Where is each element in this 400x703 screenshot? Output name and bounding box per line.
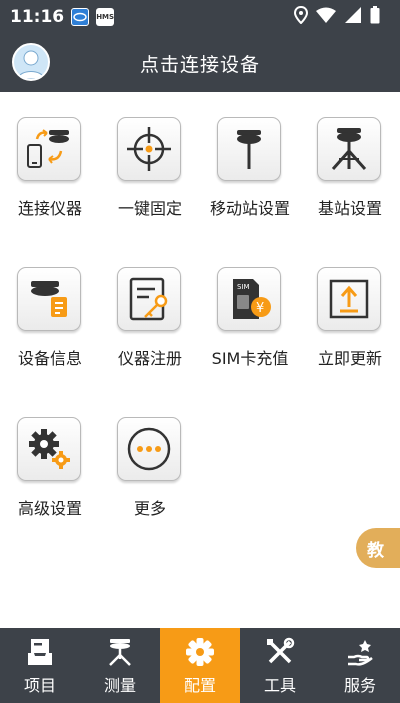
svg-text:¥: ¥ <box>256 301 264 316</box>
nav-item-config[interactable]: 配置 <box>160 628 240 703</box>
tile-label: SIM卡充值 <box>211 349 289 368</box>
hms-notification-icon: HMS <box>96 8 115 26</box>
status-bar: 11:16 HMS <box>0 0 400 34</box>
tile-one-key-fix[interactable]: 一键固定 <box>100 92 200 232</box>
nav-label: 服务 <box>343 676 376 695</box>
wifi-icon <box>316 7 336 23</box>
bottom-nav: 项目 测量 配置 工具 服务 <box>0 628 400 703</box>
tile-device-info[interactable]: 设备信息 <box>0 242 100 382</box>
svg-text:SIM: SIM <box>237 283 250 291</box>
tile-more[interactable]: 更多 <box>100 392 200 532</box>
nav-label: 测量 <box>103 676 136 695</box>
tile-label: 高级设置 <box>17 499 82 518</box>
tile-connect-instrument[interactable]: 连接仪器 <box>0 92 100 232</box>
service-icon <box>345 636 375 668</box>
tile-label: 设备信息 <box>17 349 82 368</box>
tile-label: 仪器注册 <box>117 349 182 368</box>
location-icon <box>294 6 308 24</box>
title-bar: 点击连接设备 <box>0 34 400 92</box>
nav-label: 配置 <box>183 676 216 695</box>
more-icon <box>117 417 181 481</box>
register-key-icon <box>117 267 181 331</box>
connect-instrument-icon <box>17 117 81 181</box>
survey-icon <box>105 636 135 668</box>
project-icon <box>25 636 55 668</box>
nav-item-service[interactable]: 服务 <box>320 628 400 703</box>
page-title: 点击连接设备 <box>139 53 260 76</box>
base-station-icon <box>317 117 381 181</box>
crosshair-icon <box>117 117 181 181</box>
signal-icon <box>345 7 361 23</box>
rover-icon <box>217 117 281 181</box>
nav-item-tools[interactable]: 工具 <box>240 628 320 703</box>
avatar[interactable] <box>12 43 50 81</box>
tile-label: 移动站设置 <box>209 199 290 218</box>
tile-instrument-register[interactable]: 仪器注册 <box>100 242 200 382</box>
update-icon <box>317 267 381 331</box>
config-gear-icon <box>184 636 216 668</box>
tile-label: 一键固定 <box>117 199 182 218</box>
tools-icon <box>265 636 295 668</box>
tile-advanced-settings[interactable]: 高级设置 <box>0 392 100 532</box>
sim-card-icon: SIM ¥ <box>217 267 281 331</box>
tile-update-now[interactable]: 立即更新 <box>300 242 400 382</box>
tutorial-side-tab[interactable]: 教 <box>356 528 400 568</box>
tile-label: 立即更新 <box>317 349 382 368</box>
app-notification-icon <box>71 8 90 26</box>
gears-icon <box>17 417 81 481</box>
device-info-icon <box>17 267 81 331</box>
tile-label: 更多 <box>133 499 166 518</box>
status-icons <box>294 6 380 24</box>
nav-label: 项目 <box>23 676 56 695</box>
tile-label: 基站设置 <box>317 199 382 218</box>
tile-base-settings[interactable]: 基站设置 <box>300 92 400 232</box>
tile-label: 连接仪器 <box>17 199 82 218</box>
nav-label: 工具 <box>263 676 296 695</box>
side-tab-label: 教 <box>367 540 384 561</box>
tile-rover-settings[interactable]: 移动站设置 <box>200 92 300 232</box>
nav-item-survey[interactable]: 测量 <box>80 628 160 703</box>
nav-item-project[interactable]: 项目 <box>0 628 80 703</box>
tile-sim-recharge[interactable]: SIM ¥ SIM卡充值 <box>200 242 300 382</box>
battery-icon <box>370 6 380 24</box>
status-time: 11:16 <box>10 7 65 27</box>
